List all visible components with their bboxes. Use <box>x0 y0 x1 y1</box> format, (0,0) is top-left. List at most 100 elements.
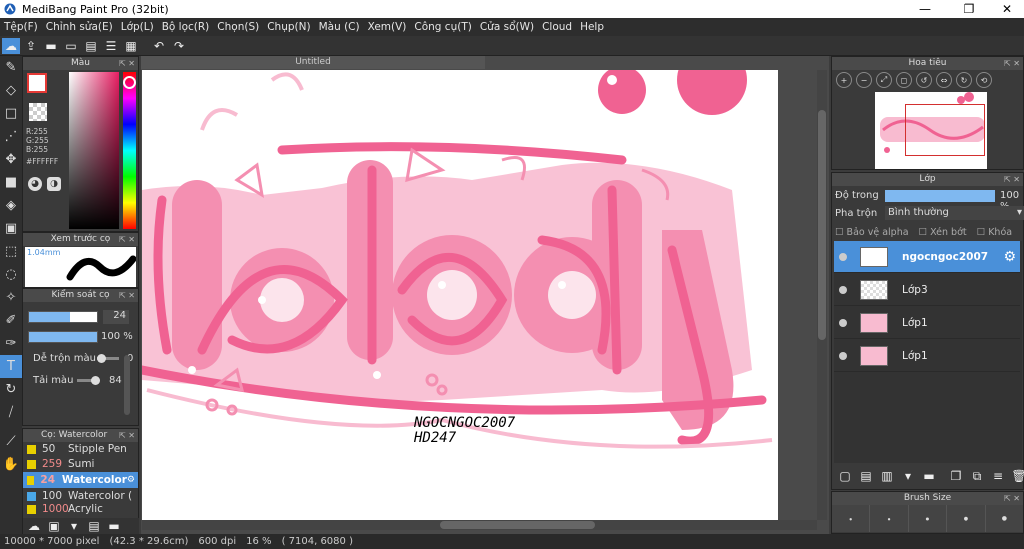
rotate-left-icon[interactable]: ↺ <box>916 72 932 88</box>
merge-layer-icon[interactable]: ⧉ <box>968 468 986 484</box>
transparent-swatch[interactable] <box>29 103 47 121</box>
redo-icon[interactable]: ↷ <box>170 38 188 54</box>
divide-tool-icon[interactable]: ⧸ <box>0 401 22 424</box>
layer-more-icon[interactable]: ≡ <box>989 468 1007 484</box>
visibility-icon[interactable] <box>839 318 847 327</box>
operation-tool-icon[interactable]: ↻ <box>0 378 22 401</box>
brush-item[interactable]: 259 Sumi <box>23 456 138 472</box>
lasso-tool-icon[interactable]: ◌ <box>0 263 22 286</box>
clipping-checkbox[interactable]: ☐ Xén bớt <box>919 227 967 238</box>
list-icon[interactable]: ☰ <box>102 38 120 54</box>
foreground-color-swatch[interactable] <box>27 73 47 93</box>
brush-size-value[interactable]: 24 <box>103 310 129 324</box>
brush-size-preset[interactable]: ● <box>832 505 871 532</box>
hue-handle[interactable] <box>123 76 136 89</box>
navigator-thumbnail[interactable] <box>875 92 987 169</box>
layer-opacity-slider[interactable] <box>885 190 995 202</box>
duplicate-layer-icon[interactable]: ❐ <box>947 468 965 484</box>
layer-settings-icon[interactable]: ⚙ <box>1003 249 1016 265</box>
zoom-out-icon[interactable]: − <box>856 72 872 88</box>
hand-tool-icon[interactable]: ✋ <box>0 453 22 476</box>
cloud-icon[interactable]: ☁ <box>2 37 20 54</box>
vertical-scrollbar[interactable] <box>817 70 827 520</box>
brush-opacity-slider[interactable] <box>28 331 98 343</box>
select-eraser-tool-icon[interactable]: ✑ <box>0 332 22 355</box>
add-layer-menu-icon[interactable]: ▾ <box>899 468 917 484</box>
chat-icon[interactable]: ▭ <box>62 38 80 54</box>
menu-layer[interactable]: Lớp(L) <box>117 21 158 33</box>
layer-row-selected[interactable]: ngocngoc2007 ⚙ <box>834 241 1020 273</box>
menu-color[interactable]: Màu (C) <box>315 21 364 33</box>
select-tool-icon[interactable]: ⬚ <box>0 240 22 263</box>
move-tool-icon[interactable]: ✥ <box>0 148 22 171</box>
drawing-canvas[interactable]: NGOCNGOC2007 HD247 <box>142 70 778 520</box>
eyedropper-tool-icon[interactable]: ⟋ <box>0 430 22 453</box>
eraser-tool-icon[interactable]: ◇ <box>0 79 22 102</box>
brush-size-preset[interactable]: ● <box>985 505 1024 532</box>
brush-item[interactable]: 1000 Acrylic <box>23 504 138 514</box>
menu-edit[interactable]: Chỉnh sửa(E) <box>42 21 117 33</box>
menu-tools[interactable]: Công cụ(T) <box>410 21 475 33</box>
restore-button[interactable]: ❐ <box>952 0 986 18</box>
blend-mode-select[interactable]: Bình thường ▾ <box>885 206 1024 220</box>
document-icon[interactable]: ▤ <box>82 38 100 54</box>
layer-row[interactable]: Lớp1 <box>834 340 1020 372</box>
actual-size-icon[interactable]: ◻ <box>896 72 912 88</box>
brush-item[interactable]: 100 Watercolor ( <box>23 488 138 504</box>
brush-size-slider[interactable] <box>28 311 98 323</box>
brush-size-preset[interactable]: ● <box>947 505 986 532</box>
new-halftone-layer-icon[interactable]: ▤ <box>857 468 875 484</box>
brush-settings-icon[interactable]: ⚙ <box>127 475 135 485</box>
delete-layer-icon[interactable]: 🗑 <box>1010 468 1024 484</box>
dot-tool-icon[interactable]: ⋰ <box>0 125 22 148</box>
brush-item[interactable]: 50 Stipple Pen <box>23 442 138 456</box>
saturation-value-picker[interactable] <box>69 72 119 229</box>
add-brush-icon[interactable]: ▣ <box>45 518 63 534</box>
hue-slider[interactable] <box>123 72 136 229</box>
menu-snap[interactable]: Chụp(N) <box>263 21 314 33</box>
menu-cloud[interactable]: Cloud <box>538 21 576 33</box>
menu-file[interactable]: Tệp(F) <box>0 21 42 33</box>
menu-view[interactable]: Xem(V) <box>364 21 411 33</box>
reset-view-icon[interactable]: ⟲ <box>976 72 992 88</box>
brush-folder-icon[interactable]: ▬ <box>105 518 123 534</box>
rotate-right-icon[interactable]: ↻ <box>956 72 972 88</box>
fit-icon[interactable]: ⤢ <box>876 72 892 88</box>
brush-options-icon[interactable]: ▾ <box>65 518 83 534</box>
mix-slider[interactable] <box>97 354 119 363</box>
brush-control-scrollbar[interactable] <box>124 355 130 415</box>
brush-tool-icon[interactable]: ✎ <box>0 56 22 79</box>
brush-size-preset[interactable]: ● <box>870 505 909 532</box>
minimize-button[interactable]: — <box>908 0 942 18</box>
lock-checkbox[interactable]: ☐ Khóa <box>977 227 1012 238</box>
close-button[interactable]: ✕ <box>990 0 1024 18</box>
magic-wand-tool-icon[interactable]: ✧ <box>0 286 22 309</box>
cloud-brush-icon[interactable]: ☁ <box>25 518 43 534</box>
brush-size-preset[interactable]: ● <box>908 505 948 532</box>
horizontal-scrollbar[interactable] <box>142 520 817 530</box>
bucket-tool-icon[interactable]: ◈ <box>0 194 22 217</box>
fill-rect-tool-icon[interactable]: ■ <box>0 171 22 194</box>
amount-slider[interactable] <box>77 376 100 385</box>
palette-icon[interactable]: ◕ <box>28 177 42 191</box>
upload-icon[interactable]: ⇪ <box>22 38 40 54</box>
zoom-in-icon[interactable]: + <box>836 72 852 88</box>
comment-icon[interactable]: ▬ <box>42 38 60 54</box>
menu-filter[interactable]: Bộ lọc(R) <box>158 21 214 33</box>
brush-file-icon[interactable]: ▤ <box>85 518 103 534</box>
new-8bit-layer-icon[interactable]: ▥ <box>878 468 896 484</box>
visibility-icon[interactable] <box>839 252 847 261</box>
text-tool-icon[interactable]: T <box>0 355 22 378</box>
layer-row[interactable]: Lớp1 <box>834 307 1020 339</box>
gradient-tool-icon[interactable]: ▣ <box>0 217 22 240</box>
rectangle-tool-icon[interactable]: □ <box>0 102 22 125</box>
visibility-icon[interactable] <box>839 285 847 294</box>
color-settings-icon[interactable]: ◑ <box>47 177 61 191</box>
menu-window[interactable]: Cửa sổ(W) <box>476 21 538 33</box>
select-pen-tool-icon[interactable]: ✐ <box>0 309 22 332</box>
flip-icon[interactable]: ⇔ <box>936 72 952 88</box>
document-tab[interactable]: Untitled <box>141 56 485 69</box>
visibility-icon[interactable] <box>839 351 847 360</box>
protect-alpha-checkbox[interactable]: ☐ Bảo vệ alpha <box>835 227 909 238</box>
new-layer-icon[interactable]: ▢ <box>836 468 854 484</box>
